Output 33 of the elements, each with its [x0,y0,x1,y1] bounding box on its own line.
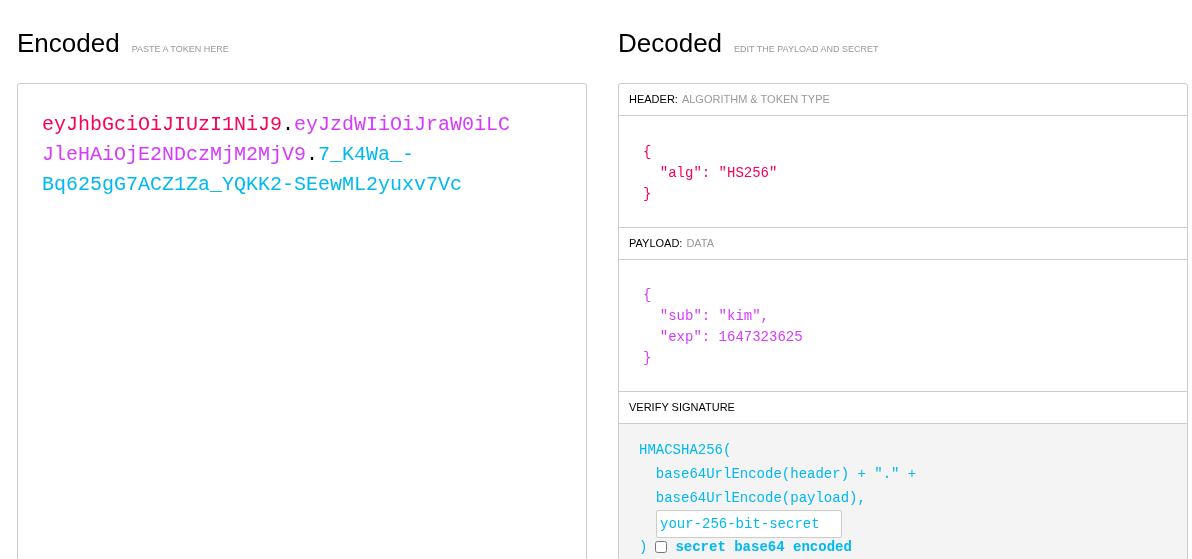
code-line: } [643,349,653,368]
token-text: JleHAiOjE2NDczMjM2MjV9 [42,143,307,166]
section-title: Encoded [17,27,120,60]
section-sublabel: ALGORITHM & TOKEN TYPE [681,92,830,108]
secret-field[interactable]: your-256-bit-secret [656,510,842,538]
token-text: 7_K4Wa_- [318,143,415,166]
section-hint: EDIT THE PAYLOAD AND SECRET [734,43,879,56]
json-editor[interactable]: { "sub": "kim", "exp": 1647323625 } [619,260,1187,392]
code-line: } [643,185,653,204]
code-line: "exp": 1647323625 [658,328,804,347]
json-editor[interactable]: { "alg": "HS256" } [619,116,1187,228]
section-sublabel: DATA [686,236,715,252]
checkbox-label: secret base64 encoded [675,539,852,555]
section-label: HEADER: [629,92,678,108]
token-text: eyJzdWIiOiJraW0iLC [294,113,511,136]
token-text: . [282,113,295,136]
closing-paren: ) [639,539,648,555]
token-text: eyJhbGciOiJIUzI1NiJ9 [42,113,283,136]
base64-checkbox[interactable] [655,541,668,553]
code-line: "sub": "kim", [658,307,771,326]
code-line: "alg": "HS256" [658,164,779,183]
code-line: { [643,286,653,305]
section-hint: PASTE A TOKEN HERE [131,43,229,56]
code-line: base64UrlEncode(payload), [654,489,867,508]
token-text: . [306,143,319,166]
section-label: VERIFY SIGNATURE [629,400,735,416]
section-label: PAYLOAD: [629,236,683,252]
section-title: Decoded [618,27,723,60]
token-text: Bq625gG7ACZ1Za_YQKK2-SEewML2yuxv7Vc [42,173,463,196]
code-line: { [643,143,653,162]
code-line: base64UrlEncode(header) + "." + [654,465,918,484]
code-line: HMACSHA256( [639,441,733,460]
token-input[interactable]: eyJhbGciOiJIUzI1NiJ9.eyJzdWIiOiJraW0iLC JleHAiOjE2NDczMjM2MjV9.7_K4Wa_- Bq625gG7ACZ1Za_YQKK2-SEewML2yuxv7Vc [17,83,587,559]
